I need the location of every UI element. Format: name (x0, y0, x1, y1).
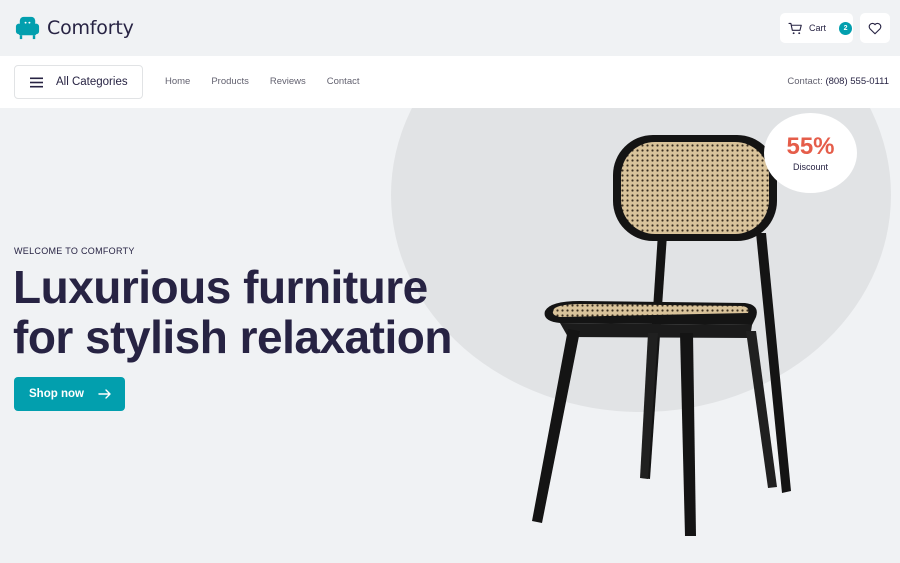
hero-eyebrow: WELCOME TO COMFORTY (14, 246, 135, 256)
main-nav: Home Products Reviews Contact (165, 76, 381, 87)
hero-headline-line-1: Luxurious furniture (13, 261, 428, 313)
contact-phone[interactable]: (808) 555-0111 (825, 76, 889, 87)
contact-info: Contact: (808) 555-0111 (787, 76, 889, 87)
chair-image (532, 135, 791, 536)
nav-link-home[interactable]: Home (165, 76, 190, 87)
all-categories-button[interactable]: All Categories (14, 65, 143, 99)
heart-icon (868, 22, 882, 34)
hero-section: WELCOME TO COMFORTY Luxurious furniture … (0, 108, 900, 563)
nav-link-contact[interactable]: Contact (327, 76, 360, 87)
discount-label: Discount (792, 162, 828, 172)
contact-label: Contact: (787, 76, 823, 87)
nav-bar: All Categories Home Products Reviews Con… (0, 56, 900, 108)
shop-now-button[interactable]: Shop now (14, 377, 125, 411)
wishlist-button[interactable] (860, 13, 890, 43)
all-categories-label: All Categories (56, 76, 128, 88)
armchair-icon (15, 16, 40, 40)
discount-badge: 55% Discount (764, 113, 857, 193)
cart-button[interactable]: Cart 2 (780, 13, 853, 43)
nav-link-products[interactable]: Products (211, 76, 249, 87)
brand-name: Comforty (47, 16, 134, 39)
cart-count-badge: 2 (839, 21, 853, 35)
nav-link-reviews[interactable]: Reviews (270, 76, 306, 87)
cart-icon (788, 22, 802, 34)
menu-icon (30, 77, 43, 87)
brand-logo[interactable]: Comforty (14, 14, 134, 41)
hero-headline-line-2: for stylish relaxation (13, 311, 452, 363)
top-bar: Comforty Cart 2 (0, 0, 900, 56)
arrow-right-icon (98, 389, 111, 399)
shop-now-label: Shop now (29, 388, 84, 400)
discount-value: 55% (786, 133, 835, 160)
hero-headline: Luxurious furniture for stylish relaxati… (13, 262, 452, 362)
cart-label: Cart (809, 23, 827, 33)
